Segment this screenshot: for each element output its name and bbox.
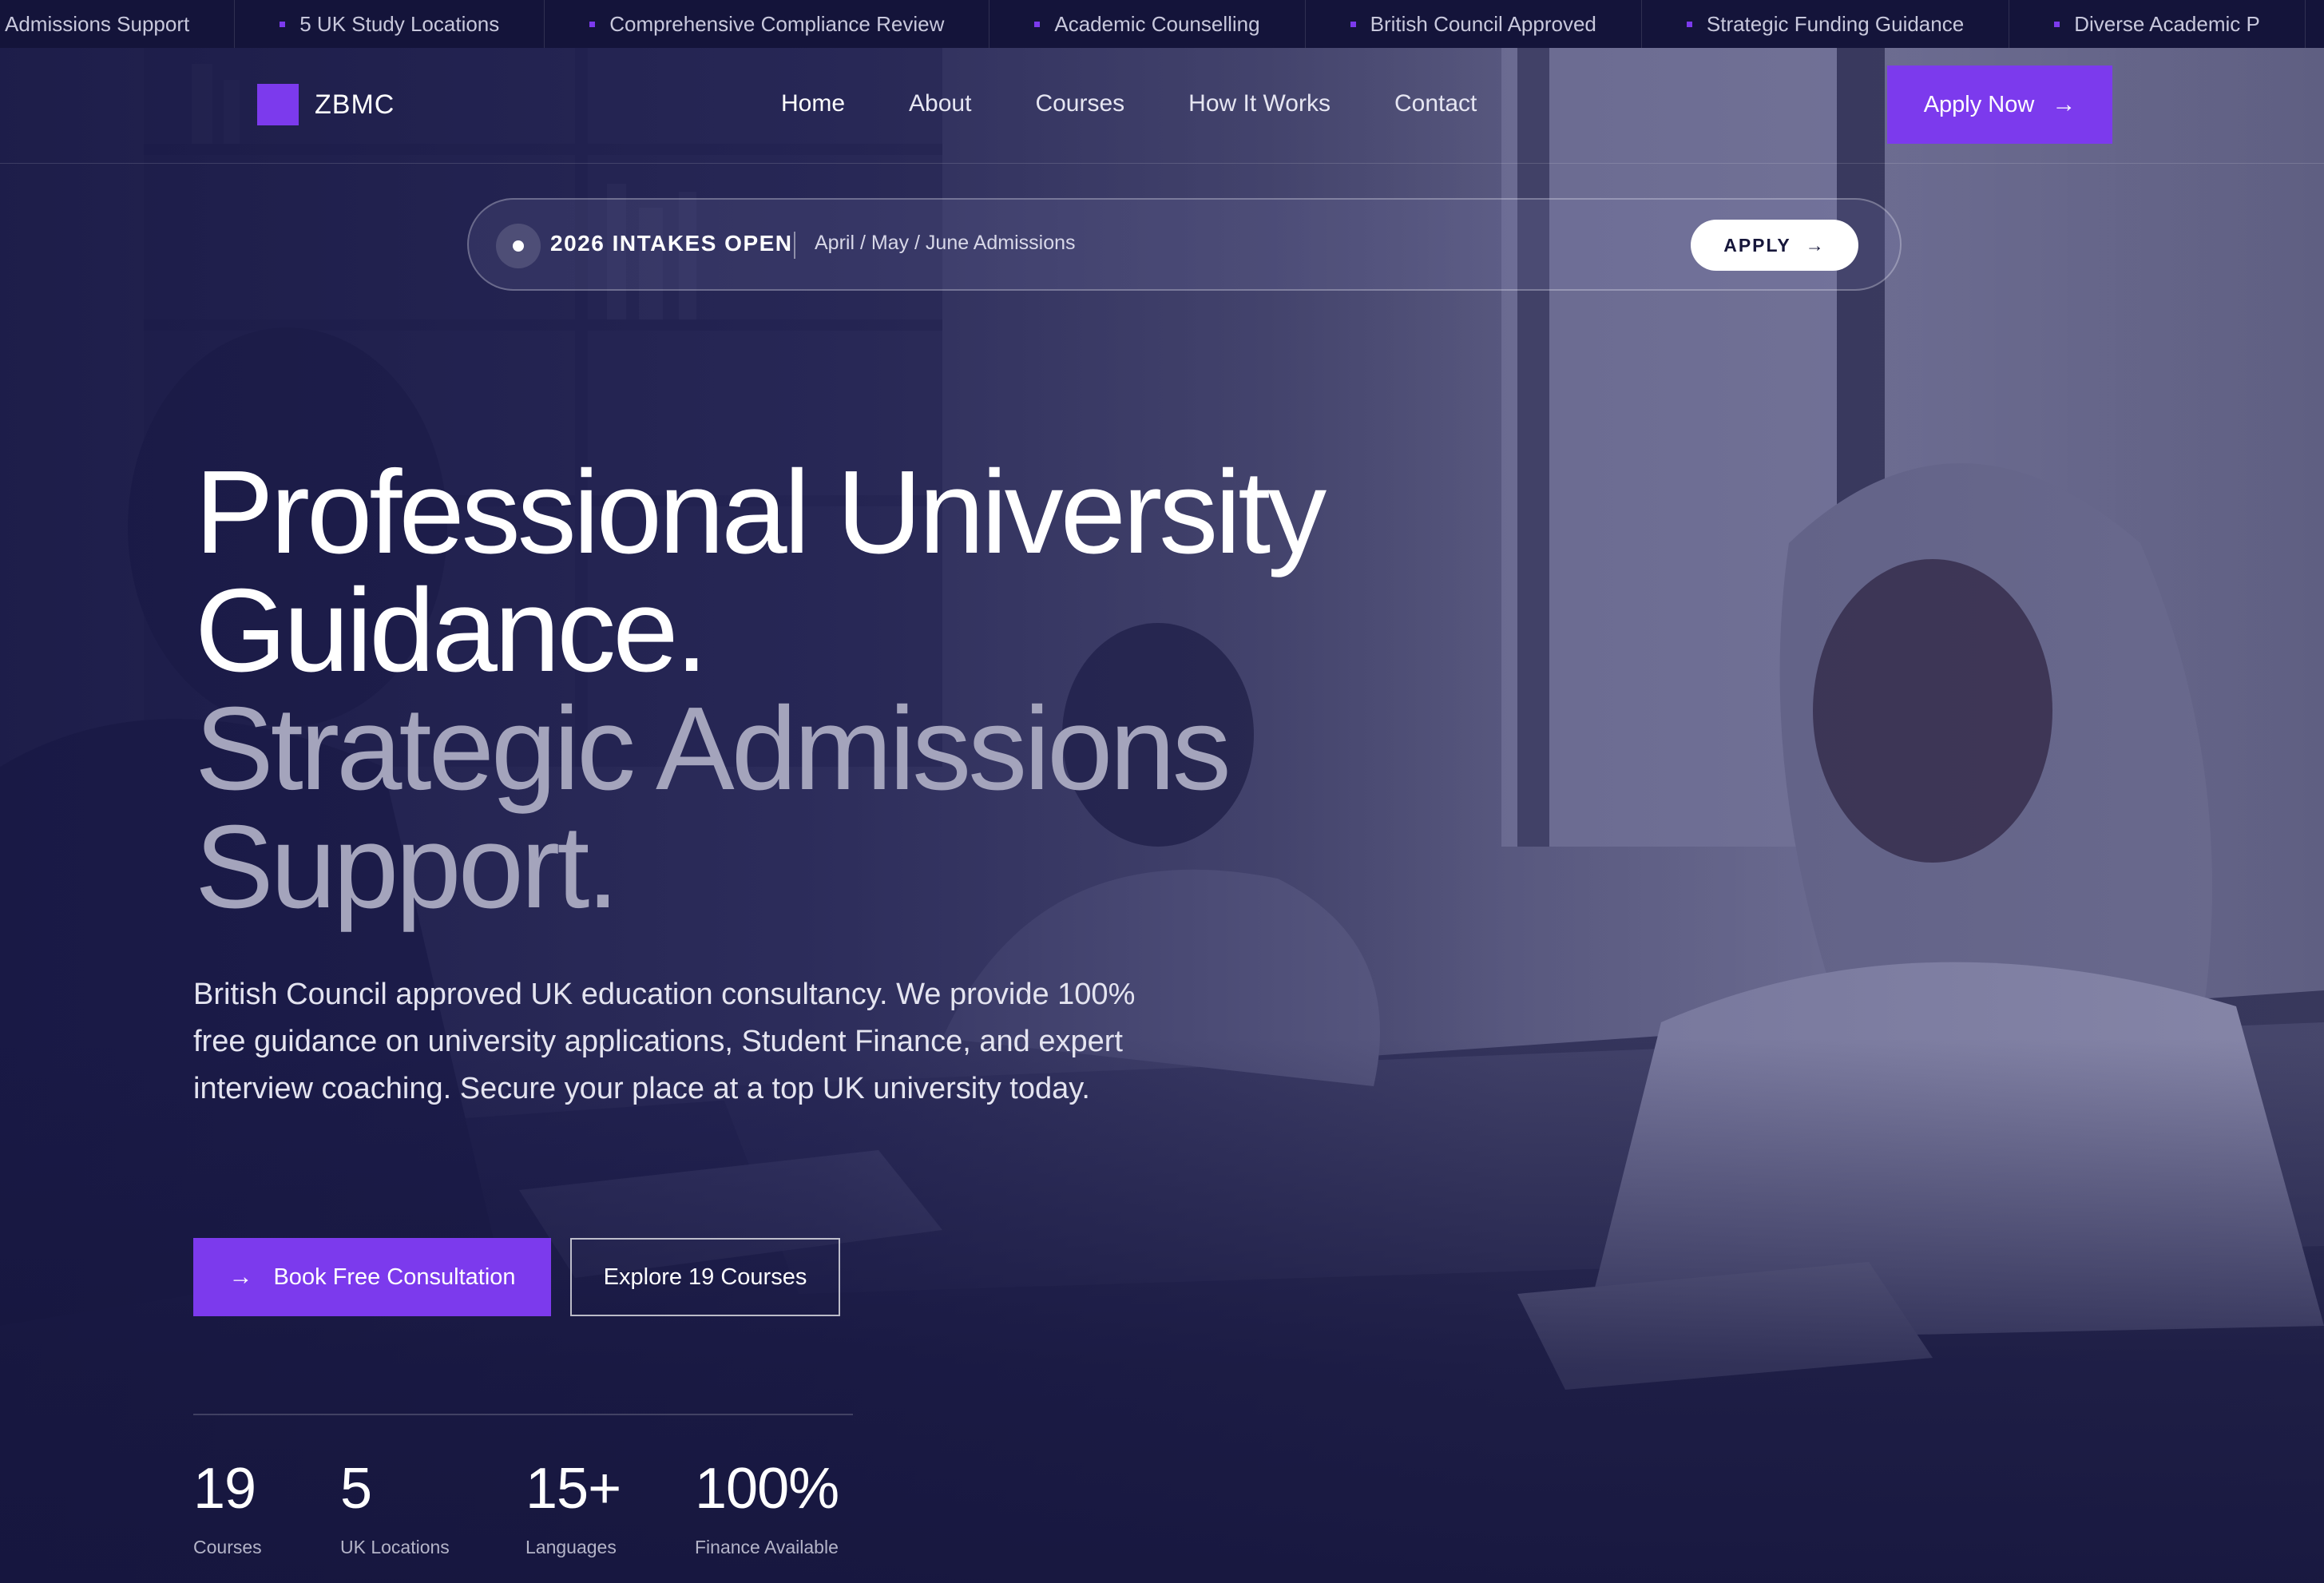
arrow-right-icon: →	[228, 1264, 253, 1290]
brand-name: ZBMC	[315, 89, 395, 120]
explore-courses-label: Explore 19 Courses	[603, 1264, 807, 1290]
hero-headline: Professional University Guidance. Strate…	[195, 446, 1327, 933]
book-consultation-button[interactable]: → Book Free Consultation	[193, 1238, 551, 1316]
intake-apply-button[interactable]: APPLY →	[1691, 220, 1858, 271]
ticker-item: Admissions Support	[0, 0, 236, 48]
ticker-text: Comprehensive Compliance Review	[609, 11, 945, 36]
stat-label: Finance Available	[695, 1537, 839, 1557]
logo-mark-icon	[257, 84, 299, 125]
ticker-text: British Council Approved	[1370, 11, 1596, 36]
arrow-right-icon: →	[1805, 234, 1826, 256]
ticker-text: Diverse Academic P	[2074, 11, 2260, 36]
ticker-item: Comprehensive Compliance Review	[545, 0, 990, 48]
nav-link-contact[interactable]: Contact	[1394, 88, 1477, 120]
status-dot-icon	[496, 224, 541, 268]
bullet-icon	[1034, 21, 1041, 27]
bullet-icon	[2054, 21, 2060, 27]
intake-banner: 2026 INTAKES OPEN April / May / June Adm…	[467, 198, 1902, 291]
stat-value: 100%	[695, 1457, 839, 1521]
stat-uk-locations: 5 UK Locations	[340, 1457, 450, 1558]
headline-line-2: Guidance.	[195, 565, 708, 696]
ticker-text: Admissions Support	[5, 11, 190, 36]
intake-subtitle: April / May / June Admissions	[815, 232, 1076, 254]
stat-value: 19	[193, 1457, 256, 1521]
nav-link-courses[interactable]: Courses	[1035, 88, 1124, 120]
intake-apply-label: APPLY	[1723, 234, 1791, 256]
explore-courses-button[interactable]: Explore 19 Courses	[570, 1238, 840, 1316]
stat-label: UK Locations	[340, 1537, 450, 1557]
stat-courses: 19 Courses	[193, 1457, 262, 1558]
headline-line-3: Strategic Admissions	[195, 683, 1231, 815]
nav-link-home[interactable]: Home	[781, 88, 845, 120]
announcement-ticker: Admissions Support 5 UK Study Locations …	[0, 0, 2324, 48]
ticker-text: Strategic Funding Guidance	[1706, 11, 1965, 36]
ticker-text: Academic Counselling	[1054, 11, 1260, 36]
main-navigation: ZBMC Home About Courses How It Works Con…	[0, 48, 2324, 164]
headline-line-1: Professional University	[195, 446, 1327, 578]
ticker-item: Diverse Academic P	[2009, 0, 2306, 48]
ticker-item: British Council Approved	[1306, 0, 1642, 48]
nav-link-how-it-works[interactable]: How It Works	[1188, 88, 1331, 120]
stat-label: Languages	[525, 1537, 617, 1557]
ticker-item: Academic Counselling	[989, 0, 1306, 48]
headline-line-4: Support.	[195, 801, 619, 933]
ticker-item: Strategic Funding Guidance	[1642, 0, 2010, 48]
intake-title: 2026 INTAKES OPEN	[550, 231, 793, 256]
stat-value: 15+	[525, 1457, 621, 1521]
bullet-icon	[1686, 21, 1692, 27]
stats-divider	[193, 1414, 853, 1415]
book-consultation-label: Book Free Consultation	[273, 1264, 516, 1290]
stat-finance: 100% Finance Available	[695, 1457, 839, 1558]
nav-links: Home About Courses How It Works Contact	[781, 88, 1541, 120]
bullet-icon	[589, 21, 596, 27]
arrow-right-icon: →	[2052, 91, 2076, 117]
brand-logo[interactable]: ZBMC	[257, 84, 395, 125]
apply-now-label: Apply Now	[1923, 91, 2035, 117]
bullet-icon	[1350, 21, 1356, 27]
ticker-text: 5 UK Study Locations	[299, 11, 500, 36]
bullet-icon	[280, 21, 286, 27]
hero-description: British Council approved UK education co…	[193, 978, 1136, 1105]
nav-link-about[interactable]: About	[909, 88, 971, 120]
ticker-item: 5 UK Study Locations	[235, 0, 545, 48]
divider	[794, 232, 795, 259]
stat-value: 5	[340, 1457, 372, 1521]
stat-label: Courses	[193, 1537, 262, 1557]
apply-now-button[interactable]: Apply Now →	[1887, 65, 2112, 144]
stat-languages: 15+ Languages	[525, 1457, 621, 1558]
